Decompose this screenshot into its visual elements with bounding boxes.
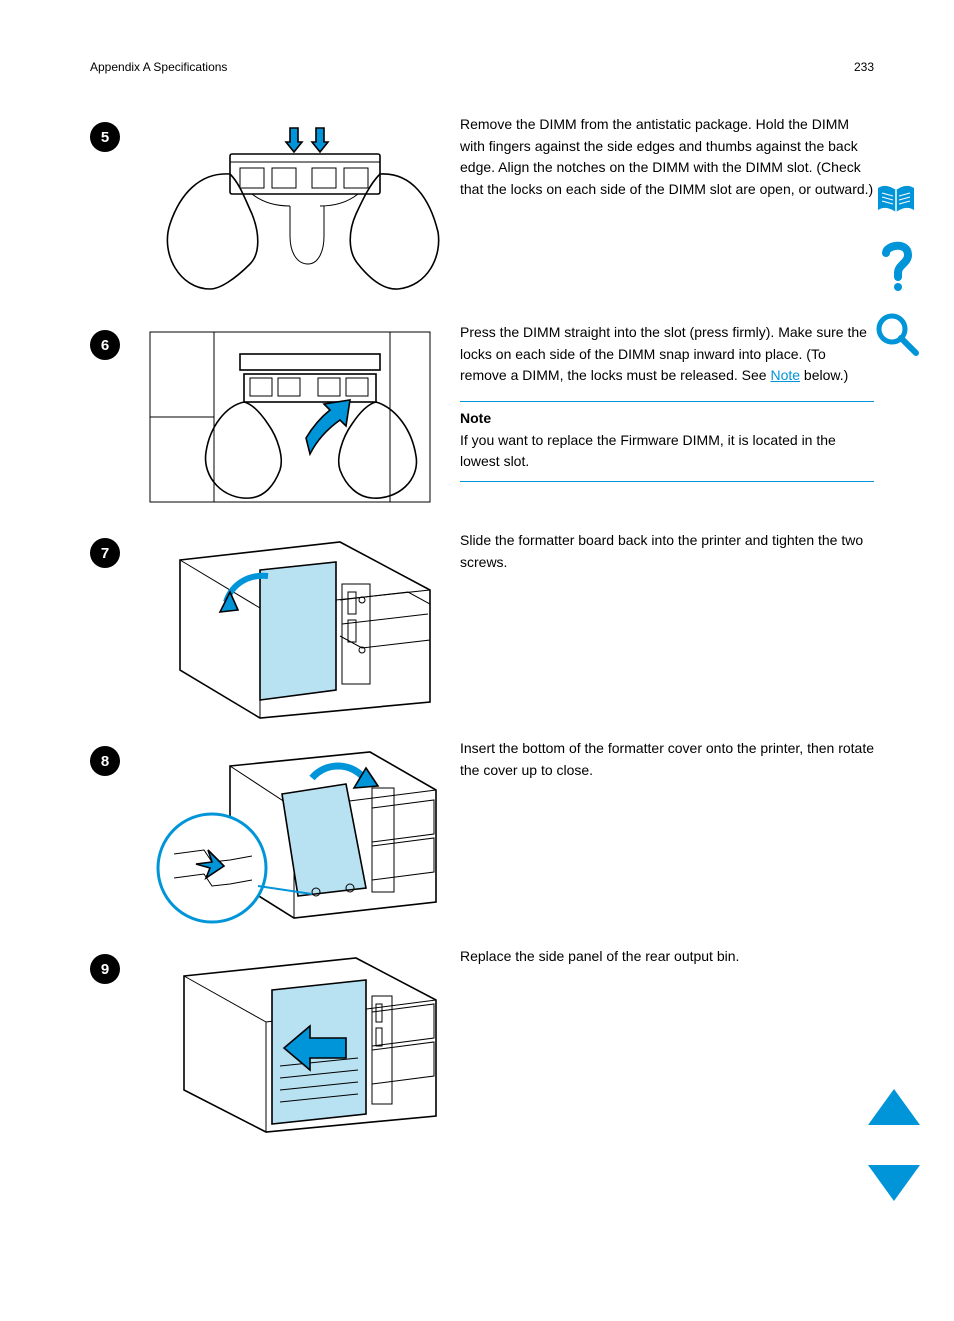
header-left: Appendix A Specifications bbox=[90, 60, 227, 74]
contents-icon[interactable] bbox=[874, 175, 920, 221]
step-7-text: Slide the formatter board back into the … bbox=[460, 530, 874, 573]
help-icon[interactable] bbox=[874, 243, 920, 289]
illustration-formatter-cover bbox=[140, 738, 440, 928]
step-8-text: Insert the bottom of the formatter cover… bbox=[460, 738, 874, 781]
step-5: 5 Remove the DIMM from the antistati bbox=[90, 114, 874, 304]
step-9-text: Replace the side panel of the rear outpu… bbox=[460, 946, 874, 968]
step-9: 9 Replace bbox=[90, 946, 874, 1136]
step-8: 8 bbox=[90, 738, 874, 928]
illustration-formatter-board bbox=[140, 530, 440, 720]
page-nav bbox=[868, 1089, 920, 1201]
illustration-side-panel bbox=[140, 946, 440, 1136]
step-number: 6 bbox=[90, 330, 120, 360]
previous-page-button[interactable] bbox=[868, 1089, 920, 1125]
search-icon[interactable] bbox=[874, 311, 920, 357]
step-number: 7 bbox=[90, 538, 120, 568]
next-page-button[interactable] bbox=[868, 1165, 920, 1201]
note-heading: Note bbox=[460, 410, 491, 426]
note-link[interactable]: Note bbox=[770, 367, 800, 383]
page-number: 233 bbox=[854, 60, 874, 74]
step-6-text: Press the DIMM straight into the slot (p… bbox=[460, 322, 874, 482]
illustration-hold-dimm bbox=[140, 114, 440, 304]
step-number: 9 bbox=[90, 954, 120, 984]
step-6-text-part2: below.) bbox=[800, 367, 848, 383]
step-7: 7 Slide the format bbox=[90, 530, 874, 720]
step-6: 6 Press t bbox=[90, 322, 874, 512]
note-body: If you want to replace the Firmware DIMM… bbox=[460, 430, 874, 473]
step-number: 8 bbox=[90, 746, 120, 776]
step-5-text: Remove the DIMM from the antistatic pack… bbox=[460, 114, 874, 201]
illustration-insert-dimm bbox=[140, 322, 440, 512]
sidebar bbox=[874, 175, 920, 357]
steps-column: 5 Remove the DIMM from the antistati bbox=[90, 114, 874, 1136]
step-number: 5 bbox=[90, 122, 120, 152]
